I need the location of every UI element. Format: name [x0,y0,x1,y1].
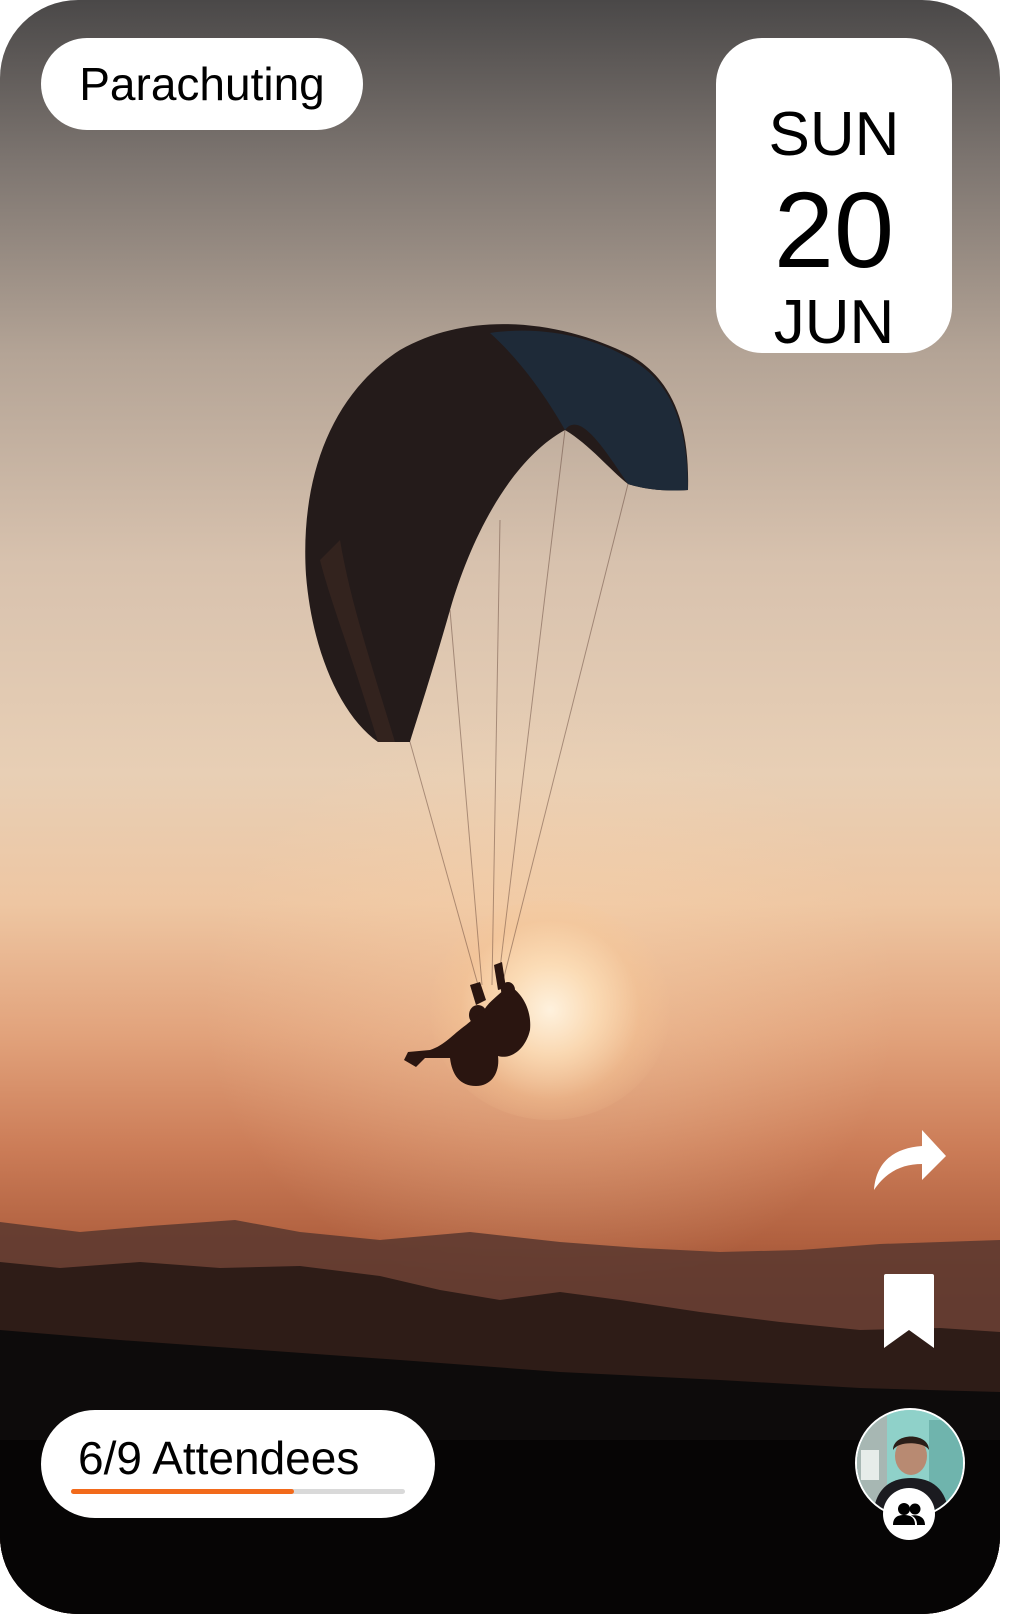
bookmark-icon [884,1274,934,1348]
category-pill[interactable]: Parachuting [41,38,363,130]
attendees-progress-track [71,1489,405,1494]
group-icon [893,1503,925,1525]
attendees-pill[interactable]: 6/9 Attendees [41,1410,435,1518]
group-badge[interactable] [883,1488,935,1540]
bookmark-button[interactable] [878,1272,940,1352]
category-label: Parachuting [79,58,325,110]
pilots-silhouette [404,962,531,1086]
event-card[interactable]: Parachuting SUN 20 JUN 6/9 Attendees [0,0,1000,1614]
attendees-progress-fill [71,1489,294,1494]
date-day: 20 [773,169,895,290]
share-button[interactable] [866,1122,950,1196]
attendees-label: 6/9 Attendees [78,1432,360,1484]
share-arrow-icon [874,1130,946,1190]
paraglider-canopy [305,324,689,742]
date-card: SUN 20 JUN [716,38,952,357]
date-month: JUN [773,288,895,357]
date-day-of-week: SUN [768,100,900,169]
